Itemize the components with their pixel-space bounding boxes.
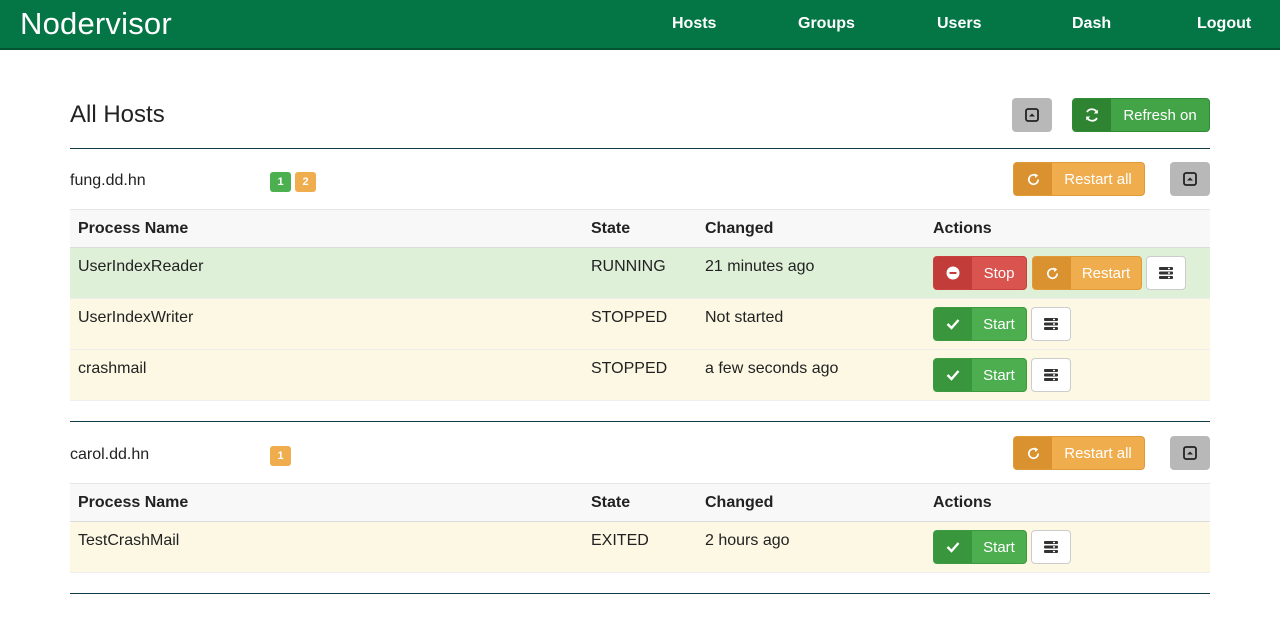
table-row: TestCrashMail EXITED 2 hours ago Start	[70, 522, 1210, 573]
nav-groups[interactable]: Groups	[798, 15, 855, 33]
start-label: Start	[983, 366, 1015, 384]
table-row: UserIndexWriter STOPPED Not started Star…	[70, 299, 1210, 350]
log-icon	[1043, 317, 1059, 331]
col-changed: Changed	[705, 494, 774, 511]
stop-icon	[934, 257, 972, 289]
process-changed: Not started	[705, 309, 784, 326]
restart-button[interactable]: Restart	[1032, 256, 1142, 290]
col-actions: Actions	[933, 494, 992, 511]
host-badge-stopped: 2	[295, 172, 316, 192]
col-process-name: Process Name	[78, 494, 189, 511]
nav-users[interactable]: Users	[937, 15, 981, 33]
log-button[interactable]	[1031, 307, 1071, 341]
restart-icon	[1014, 437, 1052, 469]
collapse-icon	[1183, 446, 1197, 460]
process-changed: 21 minutes ago	[705, 258, 815, 275]
collapse-icon	[1183, 172, 1197, 186]
process-state: RUNNING	[591, 258, 666, 275]
table-header: Process Name State Changed Actions	[70, 209, 1210, 248]
col-actions: Actions	[933, 220, 992, 237]
check-icon	[934, 308, 972, 340]
host-name: carol.dd.hn	[70, 446, 150, 463]
table-header: Process Name State Changed Actions	[70, 483, 1210, 522]
navbar: Nodervisor Hosts Groups Users Dash Logou…	[0, 0, 1280, 50]
collapse-host-button[interactable]	[1170, 162, 1210, 196]
col-changed: Changed	[705, 220, 774, 237]
log-icon	[1043, 540, 1059, 554]
col-process-name: Process Name	[78, 220, 189, 237]
start-label: Start	[983, 538, 1015, 556]
restart-all-label: Restart all	[1064, 444, 1132, 462]
process-changed: a few seconds ago	[705, 360, 839, 377]
start-label: Start	[983, 315, 1015, 333]
col-state: State	[591, 494, 631, 511]
log-button[interactable]	[1031, 358, 1071, 392]
stop-label: Stop	[983, 264, 1015, 282]
log-button[interactable]	[1031, 530, 1071, 564]
log-button[interactable]	[1146, 256, 1186, 290]
process-name: crashmail	[78, 360, 147, 377]
stop-button[interactable]: Stop	[933, 256, 1027, 290]
divider	[70, 148, 1210, 149]
collapse-host-button[interactable]	[1170, 436, 1210, 470]
start-button[interactable]: Start	[933, 530, 1027, 564]
restart-all-button[interactable]: Restart all	[1013, 162, 1145, 196]
process-state: STOPPED	[591, 360, 668, 377]
restart-all-button[interactable]: Restart all	[1013, 436, 1145, 470]
process-changed: 2 hours ago	[705, 532, 790, 549]
nav-dash[interactable]: Dash	[1072, 15, 1111, 33]
collapse-icon	[1025, 108, 1039, 122]
table-row: UserIndexReader RUNNING 21 minutes ago S…	[70, 248, 1210, 299]
restart-icon	[1014, 163, 1052, 195]
restart-label: Restart	[1081, 264, 1131, 282]
process-state: STOPPED	[591, 309, 668, 326]
nav-hosts[interactable]: Hosts	[672, 15, 716, 33]
host-badge-running: 1	[270, 172, 291, 192]
restart-all-label: Restart all	[1064, 170, 1132, 188]
host-name: fung.dd.hn	[70, 172, 146, 189]
nav-logout[interactable]: Logout	[1197, 15, 1251, 33]
log-icon	[1043, 368, 1059, 382]
restart-icon	[1033, 257, 1071, 289]
brand-logo[interactable]: Nodervisor	[20, 6, 172, 42]
start-button[interactable]: Start	[933, 358, 1027, 392]
process-name: UserIndexWriter	[78, 309, 194, 326]
refresh-label: Refresh on	[1123, 106, 1197, 124]
process-name: TestCrashMail	[78, 532, 180, 549]
col-state: State	[591, 220, 631, 237]
refresh-toggle-button[interactable]: Refresh on	[1072, 98, 1210, 132]
divider	[70, 421, 1210, 422]
divider	[70, 593, 1210, 594]
process-state: EXITED	[591, 532, 649, 549]
start-button[interactable]: Start	[933, 307, 1027, 341]
log-icon	[1158, 266, 1174, 280]
host-badge-stopped: 1	[270, 446, 291, 466]
collapse-all-button[interactable]	[1012, 98, 1052, 132]
refresh-icon	[1073, 99, 1111, 131]
check-icon	[934, 531, 972, 563]
page-title: All Hosts	[70, 101, 165, 128]
table-row: crashmail STOPPED a few seconds ago Star…	[70, 350, 1210, 401]
process-name: UserIndexReader	[78, 258, 204, 275]
check-icon	[934, 359, 972, 391]
